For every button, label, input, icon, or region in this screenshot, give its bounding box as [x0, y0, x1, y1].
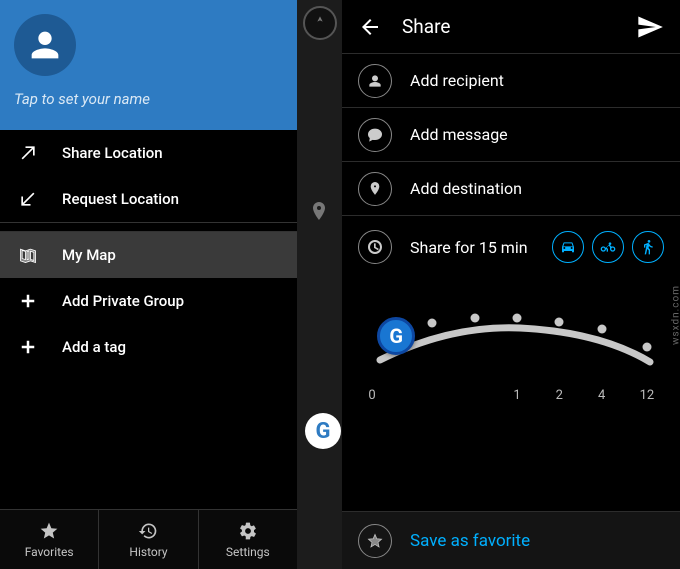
- history-icon: [138, 521, 158, 541]
- map-icon: [16, 243, 40, 267]
- tick-label: 2: [556, 388, 563, 403]
- tab-label: Favorites: [25, 545, 74, 559]
- save-favorite-label: Save as favorite: [410, 531, 530, 551]
- arrow-left-icon: [358, 15, 382, 39]
- tick-label: 1: [513, 388, 520, 403]
- menu-label: My Map: [62, 246, 116, 264]
- slider-handle[interactable]: G: [377, 317, 415, 355]
- share-header: Share: [342, 0, 680, 54]
- profile-header[interactable]: Tap to set your name: [0, 0, 297, 130]
- map-sliver: G: [297, 0, 342, 569]
- map-pin-icon: [307, 200, 331, 224]
- tick-label: 4: [598, 388, 605, 403]
- tab-label: History: [129, 545, 167, 559]
- menu-label: Request Location: [62, 190, 179, 208]
- menu-share-location[interactable]: Share Location: [0, 130, 297, 176]
- add-message-row[interactable]: Add message: [342, 108, 680, 162]
- walk-icon: [640, 239, 656, 255]
- menu-request-location[interactable]: Request Location: [0, 176, 297, 222]
- plus-icon: [16, 335, 40, 359]
- person-icon: [25, 25, 65, 65]
- duration-slider[interactable]: G 0 1 2 4 12: [342, 270, 680, 420]
- menu-add-tag[interactable]: Add a tag: [0, 324, 297, 370]
- mode-car[interactable]: [552, 231, 584, 263]
- send-button[interactable]: [636, 13, 664, 41]
- mode-bike[interactable]: [592, 231, 624, 263]
- add-recipient-row[interactable]: Add recipient: [342, 54, 680, 108]
- person-icon: [358, 64, 392, 98]
- gear-icon: [238, 521, 258, 541]
- avatar[interactable]: [14, 14, 76, 76]
- row-label: Add destination: [410, 179, 522, 198]
- share-for-label: Share for 15 min: [410, 238, 528, 257]
- arrow-down-left-icon: [16, 187, 40, 211]
- tab-history[interactable]: History: [99, 510, 198, 569]
- menu-label: Add Private Group: [62, 292, 184, 310]
- plus-icon: [16, 289, 40, 313]
- bike-icon: [600, 239, 616, 255]
- back-button[interactable]: [358, 15, 382, 39]
- add-destination-row[interactable]: Add destination: [342, 162, 680, 216]
- star-outline-icon: [358, 524, 392, 558]
- arrow-up-right-icon: [16, 141, 40, 165]
- tab-favorites[interactable]: Favorites: [0, 510, 99, 569]
- car-icon: [560, 239, 576, 255]
- bottom-tabs: Favorites History Settings: [0, 509, 297, 569]
- menu-add-private-group[interactable]: Add Private Group: [0, 278, 297, 324]
- pin-icon: [358, 172, 392, 206]
- tick-label: 12: [640, 388, 655, 403]
- mode-icons: [552, 231, 664, 263]
- compass-button[interactable]: [303, 6, 337, 40]
- watermark: wsxdn.com: [671, 285, 680, 345]
- star-icon: [39, 521, 59, 541]
- share-for-value: 15 min: [479, 238, 528, 257]
- send-icon: [636, 13, 664, 41]
- row-label: Add recipient: [410, 71, 504, 90]
- tab-settings[interactable]: Settings: [199, 510, 297, 569]
- menu-divider: [0, 222, 297, 232]
- share-panel: Share Add recipient Add message Add dest…: [342, 0, 680, 569]
- drawer-menu: Share Location Request Location My Map A…: [0, 130, 297, 509]
- menu-label: Share Location: [62, 144, 163, 162]
- message-icon: [358, 118, 392, 152]
- share-title: Share: [402, 15, 636, 38]
- g-badge-icon: G: [305, 413, 341, 449]
- compass-icon: [312, 15, 328, 31]
- share-for-row: Share for 15 min: [342, 216, 680, 270]
- tab-label: Settings: [226, 545, 270, 559]
- share-for-prefix: Share for: [410, 238, 479, 257]
- row-label: Add message: [410, 125, 508, 144]
- clock-icon: [358, 230, 392, 264]
- mode-walk[interactable]: [632, 231, 664, 263]
- profile-name-label[interactable]: Tap to set your name: [14, 90, 283, 108]
- left-drawer: Tap to set your name Share Location Requ…: [0, 0, 297, 569]
- menu-my-map[interactable]: My Map: [0, 232, 297, 278]
- tick-label: 0: [368, 388, 375, 403]
- menu-label: Add a tag: [62, 338, 126, 356]
- save-favorite-row[interactable]: Save as favorite: [342, 511, 680, 569]
